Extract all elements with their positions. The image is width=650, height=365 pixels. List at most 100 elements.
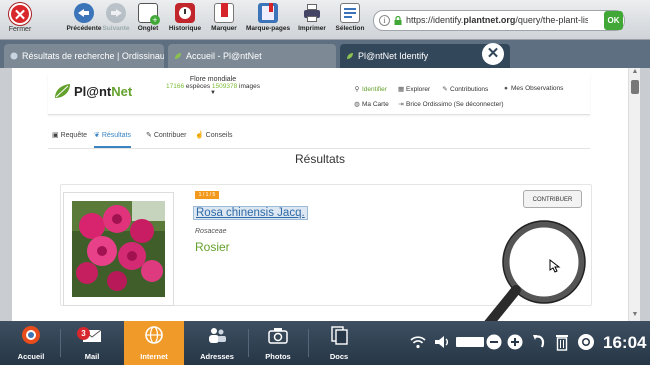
dock-label: Photos [265,352,291,361]
divider [48,148,590,149]
scroll-down-icon[interactable]: ▼ [629,311,641,321]
results-heading: Résultats [294,152,346,166]
thumbs-up-icon: ☝ [195,132,204,139]
divider [248,329,249,357]
volume-icon[interactable] [434,335,452,349]
dock-mail[interactable]: Mail [66,321,118,365]
tab-contribuer[interactable]: ✎ Contribuer [146,130,187,148]
bookmarks-list-button[interactable]: Marque-pages [246,3,290,39]
tab-search-results[interactable]: Résultats de recherche | Ordissinaute [4,44,164,68]
bookmark-icon [214,3,234,23]
flora-stats: 17166 espèces 1509378 images [165,83,260,90]
leaf-icon: ❦ [94,132,100,139]
new-tab-icon: + [138,3,160,25]
plantnet-logo[interactable]: Pl@ntNet [54,81,134,103]
globe-icon [145,326,163,344]
browser-toolbar: ✕ Fermer Précédente Suivante + Onglet Hi… [0,0,650,40]
history-label: Historique [168,25,202,32]
result-card: 1 / 1 / 5 Rosa chinensis Jacq. Rosaceae … [60,184,592,306]
close-tab-button[interactable]: ✕ [482,43,504,65]
tab-label: Accueil - Pl@ntNet [186,51,262,61]
flora-selector[interactable]: Flore mondiale 17166 espèces 1509378 ima… [148,76,278,96]
lock-icon [394,16,402,25]
dock-label: Adresses [200,352,234,361]
url-text: https://identify.plantnet.org/query/the-… [406,15,588,25]
tab-bar: Résultats de recherche | Ordissinaute Ac… [0,40,650,68]
caret-down-icon: ▼ [210,90,216,96]
close-button[interactable]: ✕ Fermer [3,3,37,39]
help-lifebuoy-icon[interactable] [577,333,595,351]
zoom-in-icon[interactable] [507,334,523,350]
mail-unread-badge: 3 [77,327,90,340]
rose-photo-image [72,201,165,297]
tab-label: Résultats de recherche | Ordissinaute [22,51,164,61]
nav-my-observations[interactable]: ● Mes Observations [503,85,563,92]
home-logo-icon [22,326,40,344]
documents-icon [331,326,348,345]
zoom-out-icon[interactable] [486,334,502,350]
info-icon[interactable]: i [379,15,390,26]
dock-photos[interactable]: Photos [252,321,304,365]
contribute-button[interactable]: CONTRIBUER [523,190,582,208]
bookmark-button[interactable]: Marquer [202,3,246,39]
logout-icon: ⇥ [398,101,404,108]
nav-my-map[interactable]: ◍ Ma Carte [354,100,389,108]
globe-icon [10,52,18,60]
rank-badge: 1 / 1 / 5 [195,191,219,199]
leaf-logo-icon [55,84,70,98]
nav-identifier[interactable]: ⚲ Identifier [354,85,387,93]
nav-user-logout[interactable]: ⇥ Brice Ordissimo (Se déconnecter) [398,100,503,108]
bookmarks-list-label: Marque-pages [246,25,291,32]
dock-accueil[interactable]: Accueil [6,321,56,365]
web-page: Pl@ntNet Flore mondiale 17166 espèces 15… [12,68,628,321]
family-name: Rosaceae [195,228,227,235]
scroll-up-icon[interactable]: ▲ [629,68,641,78]
dock-docs[interactable]: Docs [314,321,364,365]
tab-conseils[interactable]: ☝ Conseils [195,130,233,148]
close-icon: ✕ [486,45,500,62]
tab-plantnet-home[interactable]: Accueil - Pl@ntNet [168,44,336,68]
clock: 16:04 [603,333,647,352]
dock-internet[interactable]: Internet [124,321,184,365]
volume-bar[interactable] [456,337,484,347]
bottom-dock: Accueil Mail Internet Adresses Photos Do… [0,321,650,365]
camera-icon: ▣ [52,132,59,139]
rotate-icon[interactable] [532,334,546,350]
select-button[interactable]: Sélection [328,3,372,39]
dock-label: Mail [84,352,100,361]
close-label: Fermer [8,26,32,33]
close-icon: ✕ [9,3,31,25]
vertical-scrollbar[interactable]: ▲ ▼ [628,68,640,321]
nav-explorer[interactable]: ▦ Explorer [398,85,430,93]
address-bar[interactable]: i https://identify.plantnet.org/query/th… [373,10,625,31]
common-name: Rosier [195,240,230,254]
scientific-name-link[interactable]: Rosa chinensis Jacq. [193,206,308,220]
tab-requete[interactable]: ▣ Requête [52,130,87,148]
dock-label: Internet [140,352,168,361]
leaf-icon [175,53,181,59]
edit-icon: ✎ [442,86,448,93]
edit-icon: ✎ [146,132,152,139]
nav-contributions[interactable]: ✎ Contributions [442,85,488,93]
trash-icon[interactable] [555,333,569,351]
tab-resultats[interactable]: ❦ Résultats [94,130,132,148]
divider [60,329,61,357]
user-icon: ● [504,85,508,92]
grid-icon: ▦ [398,86,405,93]
search-icon: ⚲ [354,86,360,93]
dock-label: Docs [329,352,349,361]
dock-adresses[interactable]: Adresses [190,321,244,365]
history-icon [175,3,195,23]
dock-label: Accueil [17,352,45,361]
logo-text: Pl@ntNet [74,84,133,99]
scroll-thumb[interactable] [631,80,639,94]
plant-photo[interactable] [63,192,174,306]
go-button[interactable]: OK [604,11,623,30]
bookmarks-list-icon [258,3,278,23]
history-button[interactable]: Historique [163,3,207,39]
divider [308,329,309,357]
bookmark-label: Marquer [211,25,237,32]
wifi-icon[interactable] [410,335,426,349]
back-arrow-icon [74,3,94,23]
site-header: Pl@ntNet Flore mondiale 17166 espèces 15… [48,73,590,115]
